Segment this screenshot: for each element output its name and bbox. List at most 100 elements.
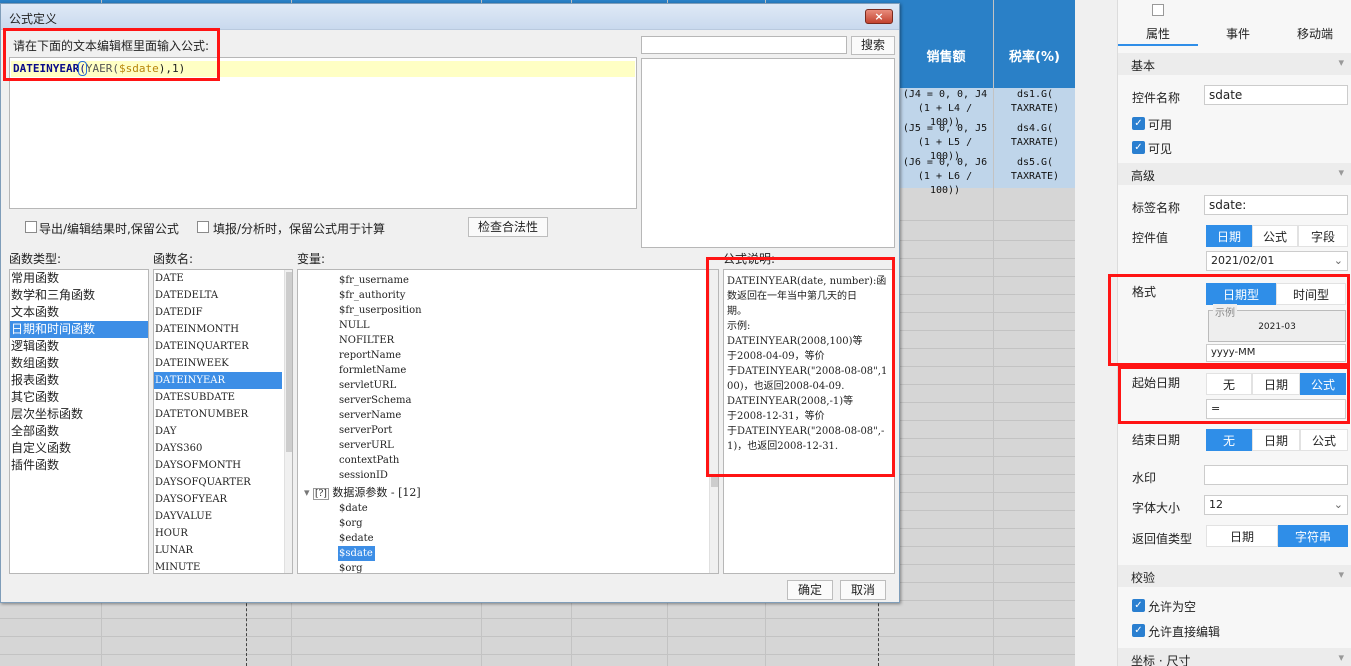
value-opt-date[interactable]: 日期: [1206, 225, 1252, 247]
list-item[interactable]: formletName: [338, 363, 718, 378]
list-item[interactable]: DATETONUMBER: [154, 406, 292, 423]
list-item[interactable]: 数组函数: [10, 355, 148, 372]
close-icon[interactable]: ×: [865, 9, 893, 24]
list-item[interactable]: DATESUBDATE: [154, 389, 292, 406]
allow-edit-checkbox[interactable]: ✓: [1132, 624, 1145, 637]
list-item[interactable]: servletURL: [338, 378, 718, 393]
search-button[interactable]: 搜索: [851, 36, 895, 55]
list-item[interactable]: 逻辑函数: [10, 338, 148, 355]
list-item[interactable]: DAYS360: [154, 440, 292, 457]
list-item-selected[interactable]: $sdate: [338, 546, 375, 561]
list-item[interactable]: DAYSOFMONTH: [154, 457, 292, 474]
list-item[interactable]: serverName: [338, 408, 718, 423]
tab-events[interactable]: 事件: [1198, 22, 1278, 46]
list-item[interactable]: $date: [338, 501, 375, 516]
list-item[interactable]: 自定义函数: [10, 440, 148, 457]
fill-keep-formula-label: 填报/分析时，保留公式用于计算: [213, 222, 386, 236]
highlight-formula: [3, 28, 220, 81]
report-cell: ds5.G(TAXRATE): [1010, 157, 1060, 182]
list-item[interactable]: NULL: [338, 318, 718, 333]
end-opt-formula[interactable]: 公式: [1300, 429, 1348, 451]
list-item[interactable]: DATEDIF: [154, 304, 292, 321]
list-item[interactable]: DAYSOFQUARTER: [154, 474, 292, 491]
section-validation[interactable]: 校验 ▾: [1118, 565, 1351, 587]
value-opt-formula[interactable]: 公式: [1252, 225, 1298, 247]
return-opt-date[interactable]: 日期: [1206, 525, 1278, 547]
end-opt-none[interactable]: 无: [1206, 429, 1252, 451]
top-checkbox[interactable]: [1152, 4, 1164, 16]
list-item[interactable]: 报表函数: [10, 372, 148, 389]
list-item[interactable]: sessionID: [338, 468, 718, 483]
list-item[interactable]: 全部函数: [10, 423, 148, 440]
list-item[interactable]: DATE: [154, 270, 292, 287]
value-date-select[interactable]: 2021/02/01 ⌄: [1206, 251, 1348, 271]
return-type-label: 返回值类型: [1132, 532, 1193, 546]
tag-name-label: 标签名称: [1132, 201, 1181, 215]
font-size-select[interactable]: 12 ⌄: [1204, 495, 1348, 515]
allow-empty-checkbox[interactable]: ✓: [1132, 599, 1145, 612]
list-item[interactable]: DAYVALUE: [154, 508, 292, 525]
list-item[interactable]: $org: [338, 561, 375, 573]
list-item[interactable]: DAY: [154, 423, 292, 440]
list-item[interactable]: 数学和三角函数: [10, 287, 148, 304]
list-item[interactable]: $edate: [338, 531, 375, 546]
list-item[interactable]: $fr_username: [338, 273, 718, 288]
section-basic[interactable]: 基本 ▾: [1118, 53, 1351, 75]
allow-empty-label: 允许为空: [1148, 600, 1197, 614]
dialog-titlebar[interactable]: 公式定义 ×: [1, 4, 899, 30]
tab-mobile[interactable]: 移动端: [1278, 22, 1351, 46]
cancel-button[interactable]: 取消: [840, 580, 886, 600]
header-sales: 销售额: [899, 22, 993, 88]
check-validity-button[interactable]: 检查合法性: [468, 217, 548, 237]
list-item[interactable]: MINUTE: [154, 559, 292, 573]
ok-button[interactable]: 确定: [787, 580, 833, 600]
tree-collapse-icon[interactable]: ▾: [304, 486, 310, 499]
value-opt-field[interactable]: 字段: [1298, 225, 1348, 247]
tree-group-datasource[interactable]: ▾ [?] 数据源参数 - [12]: [304, 484, 421, 500]
list-item[interactable]: $org: [338, 516, 375, 531]
control-name-input[interactable]: sdate: [1204, 85, 1348, 105]
enabled-checkbox[interactable]: ✓: [1132, 117, 1145, 130]
list-item[interactable]: contextPath: [338, 453, 718, 468]
list-item[interactable]: DATEDELTA: [154, 287, 292, 304]
list-item[interactable]: serverPort: [338, 423, 718, 438]
search-input[interactable]: [641, 36, 847, 54]
list-item[interactable]: NOFILTER: [338, 333, 718, 348]
section-coords[interactable]: 坐标 · 尺寸 ▾: [1118, 648, 1351, 666]
watermark-input[interactable]: [1204, 465, 1348, 485]
list-item[interactable]: HOUR: [154, 525, 292, 542]
tag-name-input[interactable]: sdate:: [1204, 195, 1348, 215]
export-keep-formula-label: 导出/编辑结果时,保留公式: [39, 222, 179, 236]
list-item[interactable]: 文本函数: [10, 304, 148, 321]
list-item[interactable]: 其它函数: [10, 389, 148, 406]
list-item[interactable]: 层次坐标函数: [10, 406, 148, 423]
return-opt-string[interactable]: 字符串: [1278, 525, 1348, 547]
export-keep-formula-checkbox[interactable]: [25, 221, 37, 233]
list-item[interactable]: DATEINQUARTER: [154, 338, 292, 355]
scrollbar[interactable]: [284, 270, 292, 573]
visible-checkbox[interactable]: ✓: [1132, 141, 1145, 154]
list-item[interactable]: DATEINMONTH: [154, 321, 292, 338]
tab-properties[interactable]: 属性: [1118, 22, 1198, 46]
list-item[interactable]: LUNAR: [154, 542, 292, 559]
search-results: [641, 58, 895, 248]
fill-keep-formula-checkbox[interactable]: [197, 221, 209, 233]
list-item[interactable]: $fr_authority: [338, 288, 718, 303]
list-item[interactable]: $fr_userposition: [338, 303, 718, 318]
section-advanced[interactable]: 高级 ▾: [1118, 163, 1351, 185]
list-item[interactable]: serverURL: [338, 438, 718, 453]
screen: { "dialog": { "title": "公式定义", "close_ic…: [0, 0, 1351, 666]
list-item[interactable]: 常用函数: [10, 270, 148, 287]
chevron-down-icon: ⌄: [1333, 254, 1343, 267]
list-item[interactable]: serverSchema: [338, 393, 718, 408]
list-item[interactable]: 插件函数: [10, 457, 148, 474]
list-item[interactable]: DATEINWEEK: [154, 355, 292, 372]
list-item[interactable]: DAYSOFYEAR: [154, 491, 292, 508]
list-item[interactable]: reportName: [338, 348, 718, 363]
chevron-down-icon: ▾: [1338, 568, 1344, 581]
func-name-label: 函数名:: [153, 252, 194, 266]
control-name-label: 控件名称: [1132, 91, 1181, 105]
list-item-selected[interactable]: DATEINYEAR: [154, 372, 282, 389]
end-opt-date[interactable]: 日期: [1252, 429, 1300, 451]
list-item-selected[interactable]: 日期和时间函数: [10, 321, 148, 338]
